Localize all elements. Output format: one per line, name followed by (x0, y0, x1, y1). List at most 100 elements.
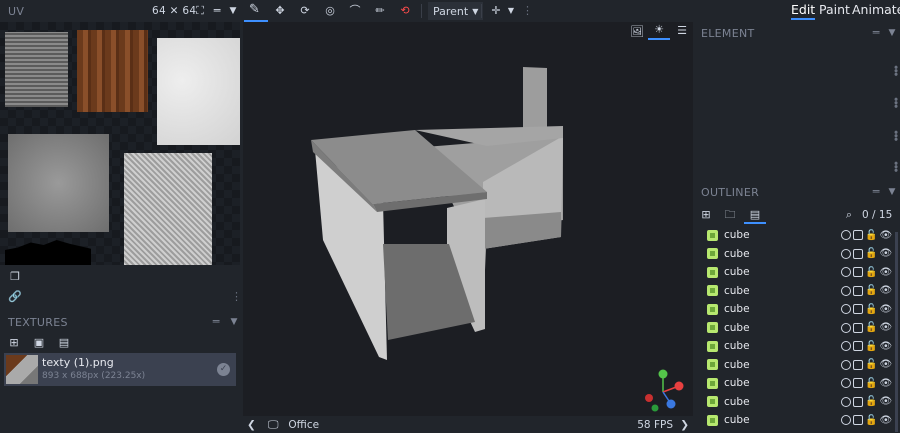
uv-face-fabric[interactable] (5, 32, 68, 107)
checkbox-icon[interactable] (853, 396, 863, 407)
lock-icon[interactable]: 🔓 (865, 248, 877, 259)
lock-icon[interactable]: 🔓 (865, 285, 877, 296)
visibility-export-icon[interactable] (841, 230, 851, 240)
eye-icon[interactable]: 👁 (879, 396, 892, 407)
uv-face-plaster[interactable] (157, 38, 240, 145)
more-icon[interactable]: ⋮ (522, 3, 533, 19)
visibility-export-icon[interactable] (841, 267, 851, 277)
copy-icon[interactable]: ❐ (7, 269, 23, 285)
reset-transform-icon[interactable]: ⟲ (397, 3, 413, 19)
eye-icon[interactable]: 👁 (879, 359, 892, 370)
eye-icon[interactable]: 👁 (879, 267, 892, 278)
link-icon[interactable]: 🔗 (7, 289, 23, 305)
uv-face-concrete[interactable] (8, 134, 109, 232)
lock-icon[interactable]: 🔓 (865, 341, 877, 352)
lock-icon[interactable]: 🔓 (865, 359, 877, 370)
axis-gizmo[interactable] (641, 368, 685, 412)
uv-editor-canvas[interactable] (0, 22, 240, 265)
lock-icon[interactable]: 🔓 (865, 396, 877, 407)
checkbox-icon[interactable] (853, 359, 863, 370)
outliner-item[interactable]: cube 🔓 👁 (695, 300, 900, 318)
chevron-left-icon[interactable]: ❮ (247, 419, 256, 431)
mode-tab-edit[interactable]: Edit (791, 2, 816, 20)
visibility-export-icon[interactable] (841, 359, 851, 370)
uv-face-dark[interactable] (5, 240, 91, 265)
lock-icon[interactable]: 🔓 (865, 230, 877, 241)
pivot-tool-icon[interactable]: ◎ (322, 3, 338, 19)
brush-tool-icon[interactable]: ✏ (372, 3, 388, 19)
move-select-tool[interactable]: ✎ (244, 0, 268, 22)
visibility-export-icon[interactable] (841, 378, 851, 388)
outliner-item[interactable]: cube 🔓 👁 (695, 337, 900, 355)
more-icon[interactable]: ••• (889, 160, 900, 170)
search-icon[interactable]: ⌕ (842, 207, 856, 223)
menu-icon[interactable]: ═ (869, 25, 883, 41)
outliner-toggle[interactable]: ▤ (744, 206, 766, 224)
checkbox-icon[interactable] (853, 230, 863, 240)
eye-icon[interactable]: 👁 (879, 415, 892, 426)
chevron-down-icon[interactable]: ▼ (227, 3, 239, 19)
chevron-right-icon[interactable]: ❯ (680, 419, 689, 431)
texture-folder-icon[interactable]: ▤ (56, 335, 72, 351)
lock-icon[interactable]: 🔓 (865, 378, 877, 389)
visibility-export-icon[interactable] (841, 285, 851, 296)
rotate-tool-icon[interactable]: ⟳ (297, 3, 313, 19)
checkbox-icon[interactable] (853, 378, 863, 388)
visibility-export-icon[interactable] (841, 396, 851, 407)
chevron-down-icon[interactable]: ▼ (228, 314, 240, 330)
eye-icon[interactable]: 👁 (879, 248, 892, 259)
outliner-item[interactable]: cube 🔓 👁 (695, 226, 900, 244)
outliner-item[interactable]: cube 🔓 👁 (695, 282, 900, 300)
chevron-down-icon[interactable]: ▼ (886, 25, 898, 41)
outliner-item[interactable]: cube 🔓 👁 (695, 263, 900, 281)
visibility-export-icon[interactable] (841, 304, 851, 314)
checkbox-icon[interactable] (853, 285, 863, 296)
3d-viewport[interactable]: 🖼 ☀ ☰ (243, 22, 693, 416)
eye-icon[interactable]: 👁 (879, 322, 892, 333)
import-texture-icon[interactable]: ▣ (31, 335, 47, 351)
texture-list-item[interactable]: texty (1).png 893 x 688px (223.25x) ✓ (4, 353, 236, 386)
menu-icon[interactable]: ═ (210, 3, 224, 19)
lock-icon[interactable]: 🔓 (865, 267, 877, 278)
more-icon[interactable]: ••• (889, 129, 900, 139)
visibility-export-icon[interactable] (841, 341, 851, 351)
add-group-icon[interactable]: 🗀 (722, 207, 738, 223)
checkbox-icon[interactable] (853, 322, 863, 333)
outliner-item[interactable]: cube 🔓 👁 (695, 374, 900, 392)
more-icon[interactable]: ••• (889, 64, 900, 74)
outliner-item[interactable]: cube 🔓 👁 (695, 245, 900, 263)
eye-icon[interactable]: 👁 (879, 285, 892, 296)
lock-icon[interactable]: 🔓 (865, 322, 877, 333)
chevron-down-icon[interactable]: ▼ (886, 184, 898, 200)
visibility-export-icon[interactable] (841, 248, 851, 259)
visibility-export-icon[interactable] (841, 415, 851, 425)
checkbox-icon[interactable] (853, 248, 863, 259)
checkbox-icon[interactable] (853, 341, 863, 351)
outliner-item[interactable]: cube 🔓 👁 (695, 319, 900, 337)
add-texture-icon[interactable]: ⊞ (6, 335, 22, 351)
uv-face-wood[interactable] (77, 30, 148, 112)
checkbox-icon[interactable] (853, 304, 863, 314)
eye-icon[interactable]: 👁 (879, 304, 892, 315)
check-icon[interactable]: ✓ (217, 363, 230, 376)
menu-icon[interactable]: ═ (869, 184, 883, 200)
mode-tab-animate[interactable]: Animate (852, 2, 900, 17)
eye-icon[interactable]: 👁 (879, 341, 892, 352)
menu-icon[interactable]: ═ (209, 314, 223, 330)
eye-icon[interactable]: 👁 (879, 378, 892, 389)
transform-space-select[interactable]: Parent ▼ (428, 2, 484, 20)
more-icon[interactable]: ⋮ (231, 289, 242, 305)
mirror-modeling-icon[interactable]: ✛ (489, 3, 503, 19)
chevron-down-icon[interactable]: ▼ (506, 3, 516, 19)
mode-tab-paint[interactable]: Paint (819, 2, 850, 17)
outliner-item[interactable]: cube 🔓 👁 (695, 411, 900, 429)
uv-face-pattern[interactable] (124, 153, 212, 265)
lock-icon[interactable]: 🔓 (865, 304, 877, 315)
translate-tool-icon[interactable]: ✥ (272, 3, 288, 19)
scrollbar[interactable] (895, 232, 898, 432)
monitor-icon[interactable]: 🖵 (268, 418, 279, 432)
checkbox-icon[interactable] (853, 267, 863, 277)
outliner-item[interactable]: cube 🔓 👁 (695, 356, 900, 374)
eye-icon[interactable]: 👁 (879, 230, 892, 241)
vertex-snap-icon[interactable]: ⌒ (347, 3, 363, 19)
